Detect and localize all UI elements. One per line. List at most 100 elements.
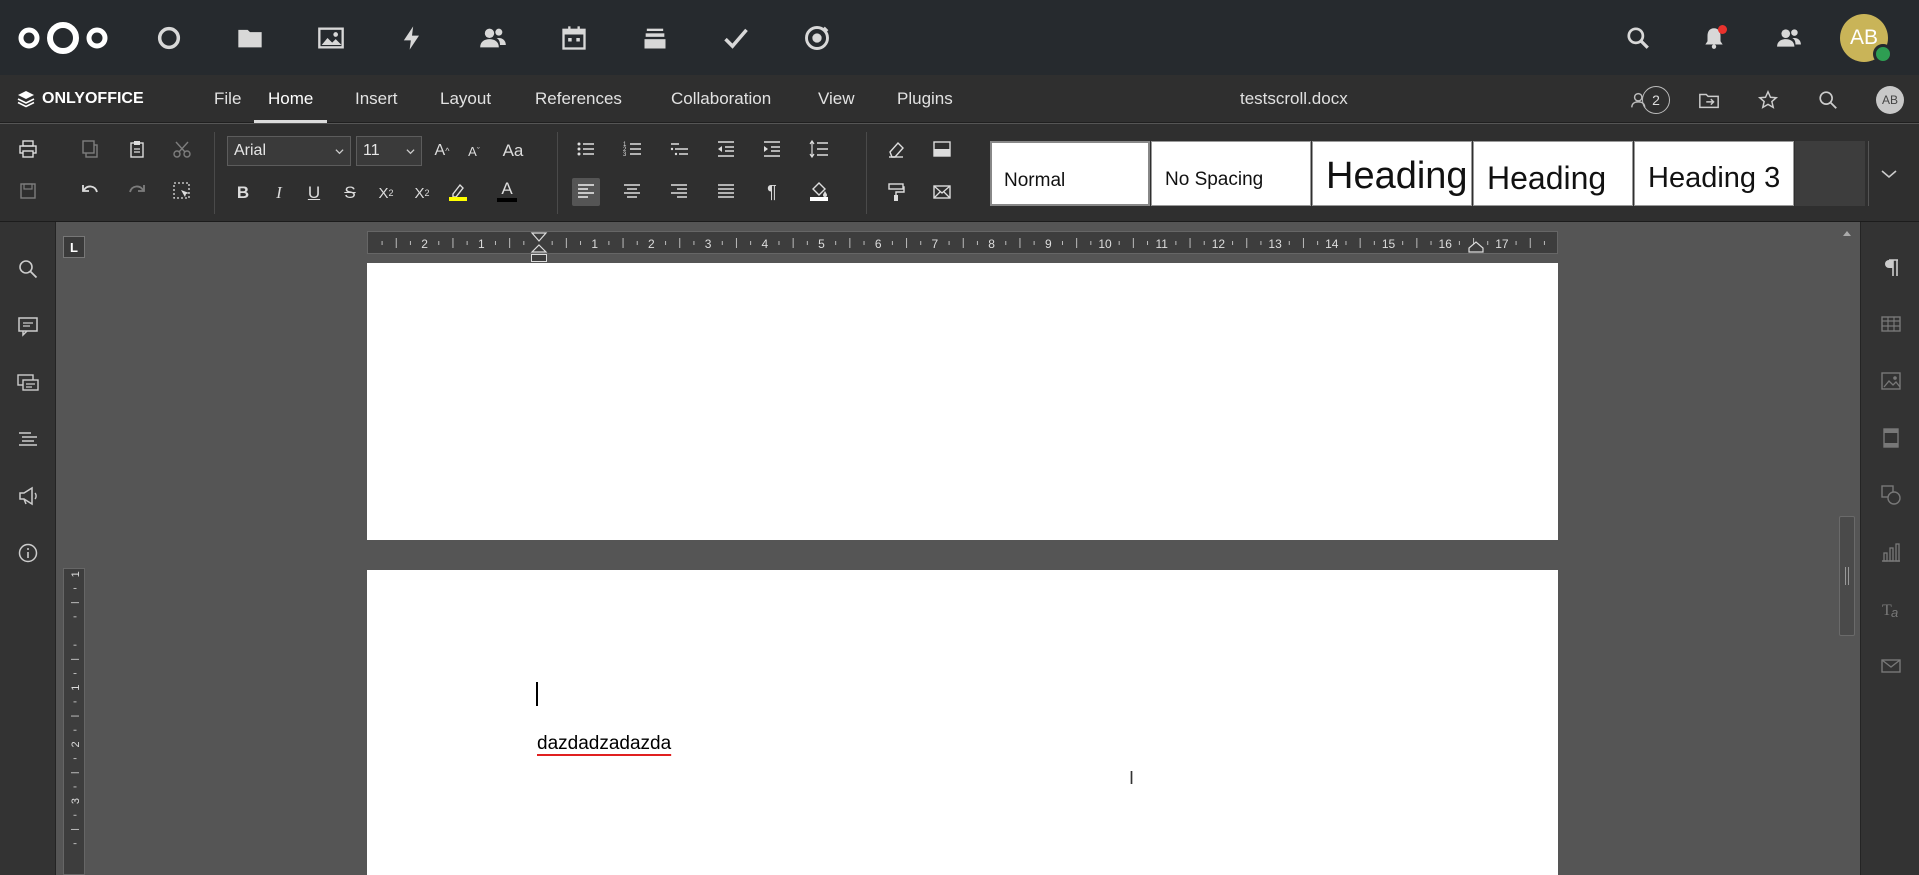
subscript-button[interactable]: X2 — [409, 180, 435, 206]
cut-icon[interactable] — [169, 136, 195, 162]
horizontal-ruler[interactable]: 2 1 1 2 3 4 5 6 7 8 9 10 11 12 13 14 15 16 17 — [367, 231, 1558, 254]
deck-app-icon[interactable] — [637, 20, 673, 56]
table-settings-icon[interactable] — [1878, 311, 1904, 337]
tab-view[interactable]: View — [804, 75, 869, 123]
multilevel-list-icon[interactable] — [667, 136, 693, 162]
clear-style-icon[interactable] — [883, 136, 909, 162]
scroll-up-arrow-icon[interactable] — [1838, 225, 1856, 241]
tab-collaboration[interactable]: Collaboration — [657, 75, 785, 123]
document-page-2[interactable]: dazdadzadazda I — [367, 570, 1558, 875]
left-indent-marker[interactable] — [531, 254, 547, 262]
bold-button[interactable]: B — [230, 180, 256, 206]
decrease-indent-icon[interactable] — [713, 136, 739, 162]
ruler-label: 12 — [1212, 237, 1226, 251]
undo-icon[interactable] — [77, 178, 103, 204]
chart-settings-icon[interactable] — [1878, 539, 1904, 565]
style-normal[interactable]: Normal — [990, 141, 1150, 206]
copy-style-icon[interactable] — [883, 179, 909, 205]
tasks-app-icon[interactable] — [718, 20, 754, 56]
photos-app-icon[interactable] — [313, 20, 349, 56]
tab-home[interactable]: Home — [254, 75, 328, 123]
right-indent-marker[interactable] — [1468, 241, 1484, 253]
files-app-icon[interactable] — [232, 20, 268, 56]
favorite-star-icon[interactable] — [1753, 85, 1783, 115]
shape-settings-icon[interactable] — [1878, 482, 1904, 508]
bullets-icon[interactable] — [573, 136, 599, 162]
tab-references[interactable]: References — [521, 75, 636, 123]
text-art-icon[interactable]: Ta — [1878, 596, 1904, 622]
highlight-color-button[interactable] — [445, 178, 471, 204]
comments-icon[interactable] — [15, 313, 41, 339]
tab-plugins[interactable]: Plugins — [883, 75, 967, 123]
header-search-icon[interactable] — [1813, 85, 1843, 115]
align-left-button[interactable] — [572, 178, 600, 206]
color-scheme-icon[interactable] — [929, 136, 955, 162]
scrollbar-thumb[interactable] — [1839, 516, 1855, 636]
contacts-app-icon[interactable] — [475, 20, 511, 56]
print-icon[interactable] — [15, 136, 41, 162]
redo-icon[interactable] — [124, 178, 150, 204]
activity-app-icon[interactable] — [394, 20, 430, 56]
header-footer-icon[interactable] — [1878, 425, 1904, 451]
chat-icon[interactable] — [15, 370, 41, 396]
document-paragraph[interactable]: dazdadzadazda — [537, 733, 671, 755]
change-case-button[interactable]: Aa — [496, 138, 530, 164]
document-page-1[interactable] — [367, 263, 1558, 540]
numbering-icon[interactable]: 123 — [620, 136, 646, 162]
tab-layout[interactable]: Layout — [426, 75, 505, 123]
paragraph-marks-button[interactable]: ¶ — [759, 179, 785, 205]
search-icon[interactable] — [15, 256, 41, 282]
decrease-font-size-button[interactable]: Aˇ — [461, 138, 487, 164]
unified-search-icon[interactable] — [1620, 20, 1656, 56]
strikethrough-button[interactable]: S — [337, 180, 363, 206]
tab-insert[interactable]: Insert — [341, 75, 412, 123]
style-heading-3[interactable]: Heading 3 — [1634, 141, 1794, 206]
nextcloud-logo-icon[interactable] — [16, 19, 110, 57]
mail-merge-settings-icon[interactable] — [1878, 653, 1904, 679]
align-center-button[interactable] — [619, 179, 645, 205]
dashboard-app-icon[interactable] — [151, 20, 187, 56]
vertical-scrollbar[interactable] — [1836, 222, 1858, 875]
paragraph-settings-icon[interactable] — [1878, 255, 1904, 281]
hanging-indent-marker[interactable] — [530, 244, 548, 253]
notifications-bell-icon[interactable] — [1696, 20, 1732, 56]
save-icon[interactable] — [15, 178, 41, 204]
font-name-select[interactable]: Arial — [227, 136, 351, 166]
mail-merge-icon[interactable] — [929, 179, 955, 205]
tab-file[interactable]: File — [200, 75, 255, 123]
style-heading-1[interactable]: Heading — [1312, 141, 1472, 206]
paste-icon[interactable] — [124, 136, 150, 162]
align-right-button[interactable] — [666, 179, 692, 205]
select-all-icon[interactable] — [169, 178, 195, 204]
tab-stop-selector[interactable]: L — [63, 236, 85, 258]
about-icon[interactable] — [15, 540, 41, 566]
paragraph-shading-button[interactable] — [806, 178, 832, 204]
navigation-icon[interactable] — [15, 426, 41, 452]
image-settings-icon[interactable] — [1878, 368, 1904, 394]
justify-button[interactable] — [713, 179, 739, 205]
chevron-down-icon — [406, 149, 415, 155]
font-color-button[interactable]: A — [494, 178, 520, 204]
underline-button[interactable]: U — [301, 180, 327, 206]
coeditors-count-badge[interactable]: 2 — [1642, 86, 1670, 114]
font-size-select[interactable]: 11 — [356, 136, 422, 166]
superscript-button[interactable]: X2 — [373, 180, 399, 206]
style-gallery-more[interactable] — [1795, 141, 1865, 206]
talk-app-icon[interactable] — [799, 20, 835, 56]
onlyoffice-user-avatar[interactable]: AB — [1876, 86, 1904, 114]
first-line-indent-marker[interactable] — [530, 232, 548, 242]
calendar-app-icon[interactable] — [556, 20, 592, 56]
increase-font-size-button[interactable]: A ^ — [429, 138, 455, 164]
vertical-ruler[interactable]: 1 1 2 3 — [63, 568, 85, 875]
ruler-label: 16 — [1439, 237, 1453, 251]
italic-button[interactable]: I — [266, 180, 292, 206]
style-no-spacing[interactable]: No Spacing — [1151, 141, 1311, 206]
style-heading-2[interactable]: Heading — [1473, 141, 1633, 206]
contacts-menu-icon[interactable] — [1771, 20, 1807, 56]
copy-icon[interactable] — [77, 136, 103, 162]
expand-styles-button[interactable] — [1868, 141, 1909, 206]
feedback-icon[interactable] — [15, 483, 41, 509]
open-location-icon[interactable] — [1694, 85, 1724, 115]
line-spacing-icon[interactable] — [806, 136, 832, 162]
increase-indent-icon[interactable] — [759, 136, 785, 162]
